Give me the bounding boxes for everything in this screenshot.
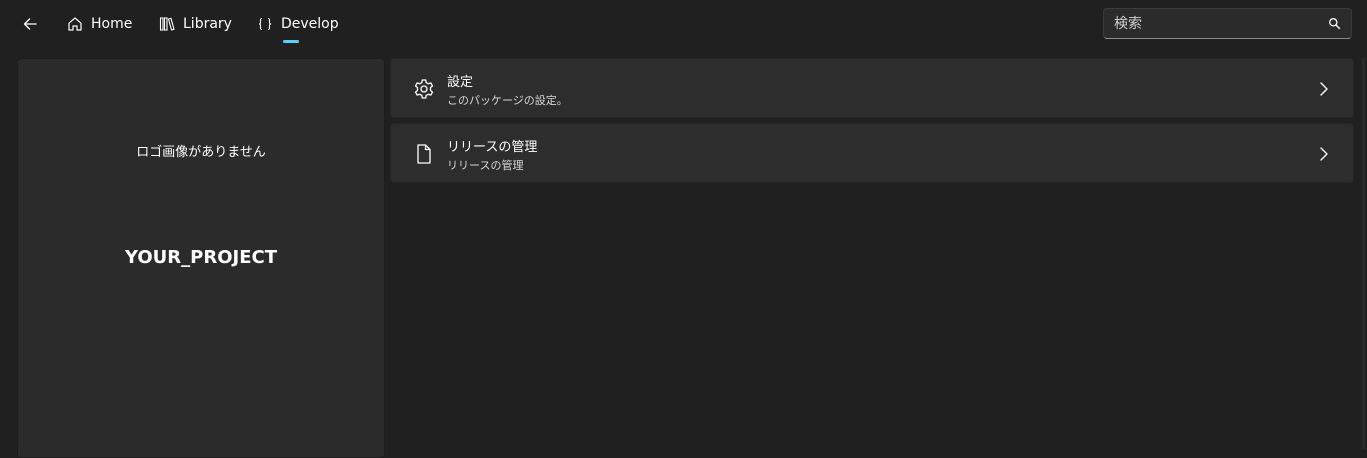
search-input[interactable]: [1104, 9, 1314, 38]
tab-develop-label: Develop: [281, 16, 339, 32]
logo-placeholder-text: ロゴ画像がありません: [136, 145, 266, 160]
release-management-card[interactable]: リリースの管理 リリースの管理: [390, 123, 1354, 183]
chevron-right-icon: [1320, 147, 1328, 161]
tab-home[interactable]: Home: [67, 8, 132, 40]
settings-card[interactable]: 設定 このパッケージの設定。: [390, 58, 1354, 118]
search-box[interactable]: [1103, 8, 1352, 39]
release-card-subtitle: リリースの管理: [447, 159, 524, 172]
document-icon: [413, 143, 435, 165]
scrollbar[interactable]: [1362, 58, 1365, 449]
tab-library-label: Library: [183, 16, 232, 32]
settings-card-subtitle: このパッケージの設定。: [447, 94, 568, 107]
tab-home-label: Home: [91, 16, 133, 32]
home-icon: [67, 16, 83, 32]
release-card-title: リリースの管理: [447, 140, 538, 155]
chevron-right-icon: [1320, 82, 1328, 96]
tab-library[interactable]: Library: [159, 8, 232, 40]
project-panel: ロゴ画像がありません YOUR_PROJECT: [17, 58, 385, 458]
settings-card-title: 設定: [447, 75, 474, 90]
project-name: YOUR_PROJECT: [124, 247, 277, 268]
back-arrow-icon: [23, 18, 37, 30]
search-icon[interactable]: [1328, 17, 1341, 30]
selected-tab-indicator: [283, 40, 299, 43]
gear-icon: [413, 78, 435, 100]
braces-icon: [257, 16, 273, 32]
library-icon: [159, 16, 175, 32]
tab-develop[interactable]: Develop: [257, 8, 339, 40]
title-bar: Home Library Develop: [0, 0, 1367, 48]
back-button[interactable]: [14, 8, 46, 40]
